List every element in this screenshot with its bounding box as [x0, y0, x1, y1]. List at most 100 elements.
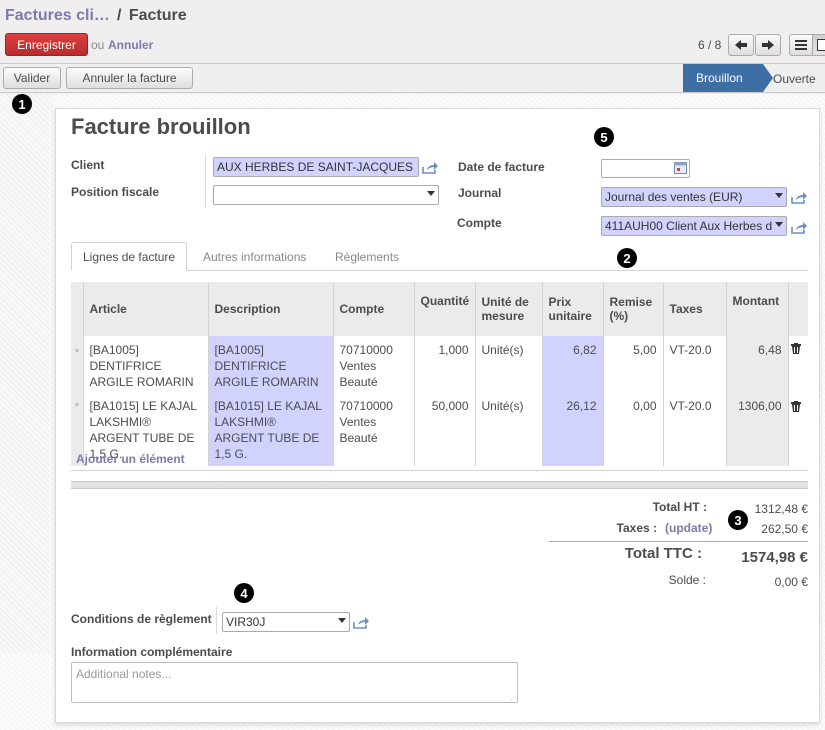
list-view-button[interactable]	[789, 34, 813, 56]
handle-header	[71, 282, 83, 336]
column-header[interactable]: Prix unitaire	[541, 282, 603, 336]
form-view-button[interactable]	[812, 34, 825, 56]
cell-amount: 6,48	[725, 336, 788, 394]
trash-icon[interactable]	[790, 343, 801, 354]
arrow-right-icon	[762, 40, 774, 50]
table-footer-bar	[71, 481, 808, 489]
column-header[interactable]: Remise (%)	[602, 282, 663, 336]
column-header[interactable]: Compte	[332, 282, 414, 336]
cell-quantity[interactable]: 50,000	[413, 394, 475, 466]
fiscal-position-select[interactable]	[213, 185, 439, 205]
notes-label: Information complémentaire	[71, 645, 233, 659]
previous-record-button[interactable]	[728, 34, 754, 56]
resize-handle-icon[interactable]: .	[510, 693, 514, 702]
external-link-icon[interactable]	[791, 222, 807, 234]
cancel-invoice-button[interactable]: Annuler la facture	[66, 67, 193, 89]
cell-quantity[interactable]: 1,000	[413, 336, 475, 394]
journal-value: Journal des ventes (EUR)	[605, 190, 743, 204]
validate-button[interactable]: Valider	[3, 67, 61, 89]
cell-uom[interactable]: Unité(s)	[474, 394, 542, 466]
trash-icon[interactable]	[790, 401, 801, 412]
grand-total-label: Total TTC :	[624, 545, 702, 562]
cell-taxes[interactable]: VT-20.0	[662, 336, 726, 394]
marker-4: 4	[234, 583, 254, 603]
invoice-lines-table: Article Description Compte Quantité Unit…	[71, 282, 808, 466]
balance-label: Solde :	[668, 573, 706, 587]
cell-taxes[interactable]: VT-20.0	[662, 394, 726, 466]
column-header[interactable]: Description	[207, 282, 333, 336]
tab-other-info[interactable]: Autres informations	[192, 242, 317, 271]
cell-account[interactable]: 70710000 Ventes Beauté	[332, 394, 414, 466]
cell-description[interactable]: [BA1015] LE KAJAL LAKSHMI® ARGENT TUBE D…	[207, 394, 333, 466]
breadcrumb-parent-link[interactable]: Factures cli…	[5, 7, 110, 24]
column-header[interactable]: Taxes	[662, 282, 726, 336]
column-header[interactable]: Montant	[725, 282, 788, 336]
breadcrumb-current: Facture	[128, 7, 187, 24]
cell-unit-price[interactable]: 26,12	[541, 394, 603, 466]
add-line-link[interactable]: Ajouter un élément	[76, 452, 185, 466]
external-link-icon[interactable]	[353, 617, 369, 629]
account-value: 411AUH00 Client Aux Herbes d	[605, 219, 773, 233]
invoice-date-label: Date de facture	[458, 160, 545, 174]
notes-placeholder: Additional notes...	[76, 667, 172, 681]
account-select[interactable]: 411AUH00 Client Aux Herbes d	[601, 216, 787, 236]
tab-payments[interactable]: Règlements	[324, 242, 410, 271]
pager-counter: 6 / 8	[698, 38, 722, 52]
stage-arrow	[763, 64, 773, 92]
delete-cell[interactable]	[787, 336, 808, 394]
chevron-down-icon	[427, 191, 435, 196]
taxes-label: Taxes :	[616, 521, 657, 535]
field-separator	[216, 607, 217, 634]
chevron-down-icon	[338, 618, 346, 623]
chevron-down-icon	[775, 193, 783, 198]
journal-select[interactable]: Journal des ventes (EUR)	[601, 187, 787, 207]
external-link-icon[interactable]	[791, 192, 807, 204]
calendar-icon[interactable]	[674, 162, 687, 174]
client-field[interactable]: AUX HERBES DE SAINT-JACQUES	[213, 157, 419, 177]
next-record-button[interactable]	[755, 34, 781, 56]
save-button[interactable]: Enregistrer	[5, 33, 88, 56]
cell-discount[interactable]: 0,00	[602, 394, 663, 466]
breadcrumb-separator: /	[116, 7, 122, 24]
tab-invoice-lines[interactable]: Lignes de facture	[71, 242, 188, 271]
arrow-left-icon	[735, 40, 747, 50]
marker-5: 5	[594, 127, 614, 147]
fiscal-position-label: Position fiscale	[71, 185, 160, 199]
notes-textarea[interactable]: Additional notes...	[71, 662, 518, 703]
totals-separator	[549, 541, 808, 542]
external-link-icon[interactable]	[422, 162, 438, 174]
list-icon	[795, 40, 807, 50]
cell-uom[interactable]: Unité(s)	[474, 336, 542, 394]
update-taxes-link[interactable]: (update)	[665, 521, 712, 535]
account-label: Compte	[457, 216, 502, 230]
stage-open[interactable]: Ouverte	[773, 72, 816, 86]
stage-draft[interactable]: Brouillon	[683, 64, 763, 92]
or-text: ou	[91, 38, 105, 52]
column-header[interactable]: Quantité	[413, 282, 475, 336]
marker-2: 2	[617, 248, 637, 268]
marker-3: 3	[728, 510, 748, 530]
marker-1: 1	[12, 94, 32, 114]
cancel-link[interactable]: Annuler	[108, 38, 153, 52]
payment-terms-label: Conditions de règlement	[71, 612, 212, 626]
cell-account[interactable]: 70710000 Ventes Beauté	[332, 336, 414, 394]
table-divider	[71, 470, 808, 471]
breadcrumb: Factures cli… / Facture	[5, 7, 187, 25]
cell-unit-price[interactable]: 6,82	[541, 336, 603, 394]
page-title: Facture brouillon	[71, 114, 251, 139]
table-row[interactable]: ▪ [BA1005] DENTIFRICE ARGILE ROMARIN [BA…	[71, 336, 808, 394]
column-header[interactable]: Article	[82, 282, 208, 336]
form-icon	[817, 39, 825, 51]
row-handle[interactable]: ▪	[71, 336, 83, 394]
column-header[interactable]: Unité de mesure	[474, 282, 542, 336]
cell-article[interactable]: [BA1005] DENTIFRICE ARGILE ROMARIN	[82, 336, 208, 394]
cell-discount[interactable]: 5,00	[602, 336, 663, 394]
invoice-date-field[interactable]	[601, 159, 690, 178]
grand-total-value: 1574,98 €	[741, 549, 808, 566]
untaxed-total-label: Total HT :	[652, 500, 707, 514]
delete-cell[interactable]	[787, 394, 808, 466]
chevron-down-icon	[775, 222, 783, 227]
payment-terms-value: VIR30J	[226, 615, 266, 629]
payment-terms-select[interactable]: VIR30J	[222, 612, 350, 632]
cell-description[interactable]: [BA1005] DENTIFRICE ARGILE ROMARIN	[207, 336, 333, 394]
